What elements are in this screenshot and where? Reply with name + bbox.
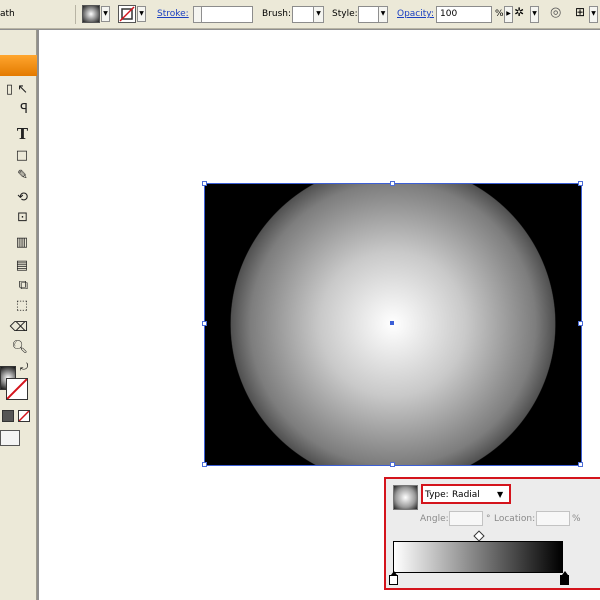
opacity-value: 100 [440, 9, 458, 19]
degree-symbol: ° [486, 514, 491, 524]
eraser-tool-icon[interactable]: ⌫ [0, 320, 34, 338]
separator [75, 5, 76, 24]
style-label: Style: [332, 9, 358, 19]
style-dropdown[interactable]: ▼ [378, 6, 388, 23]
type-label: Type: [425, 490, 449, 500]
tools-panel-header [0, 55, 37, 76]
handle-bottom-right[interactable] [578, 462, 583, 467]
opacity-dropdown[interactable]: ▶ [504, 6, 513, 23]
no-color-slash-icon [6, 378, 28, 400]
align-dropdown[interactable]: ▼ [589, 6, 598, 23]
slice-tool-icon[interactable]: ⬚ [0, 298, 34, 316]
midpoint-diamond[interactable] [473, 530, 485, 542]
direct-selection-tool-icon[interactable]: ▯ ↖ [0, 82, 34, 100]
no-fill-slash-icon [18, 410, 30, 422]
gradient-panel: Type: Radial ▼ Angle: ° Location: % [384, 477, 600, 590]
type-tool-icon[interactable]: T [0, 125, 34, 143]
stroke-weight-stepper[interactable] [193, 6, 202, 23]
brush-dropdown[interactable]: ▼ [313, 6, 324, 23]
gradient-mode-icon[interactable] [2, 410, 14, 422]
handle-top-left[interactable] [202, 181, 207, 186]
location-label: Location: [494, 514, 536, 524]
gradient-slider-bar[interactable] [393, 541, 563, 573]
fill-swatch[interactable] [82, 5, 100, 23]
isolate-icon[interactable]: ◎ [550, 5, 561, 20]
tools-panel: ▯ ↖ ꟼ T □ ✎ ⟲ ⊡ ▥ ▤ ⧉ ⬚ ⌫ 🔍︎ ⤾ [0, 30, 37, 600]
stroke-dropdown[interactable]: ▼ [137, 6, 146, 22]
stroke-label[interactable]: Stroke: [157, 9, 189, 19]
path-label: ath [0, 9, 15, 19]
recolor-icon[interactable]: ✲ [514, 5, 524, 19]
handle-middle-left[interactable] [202, 321, 207, 326]
opacity-label[interactable]: Opacity: [397, 9, 434, 19]
free-transform-tool-icon[interactable]: ⊡ [0, 210, 34, 228]
rotate-tool-icon[interactable]: ⟲ [0, 190, 34, 208]
angle-label: Angle: [420, 514, 449, 524]
opacity-unit: % [495, 9, 504, 19]
handle-bottom-middle[interactable] [390, 462, 395, 467]
location-field[interactable] [536, 511, 570, 526]
gradient-type-dropdown[interactable]: Type: Radial ▼ [421, 484, 511, 504]
handle-top-right[interactable] [578, 181, 583, 186]
no-stroke-icon [119, 6, 135, 22]
screen-mode-button[interactable] [0, 430, 20, 446]
stroke-swatch[interactable] [118, 5, 136, 23]
stroke-weight-field[interactable] [193, 6, 253, 23]
handle-bottom-left[interactable] [202, 462, 207, 467]
angle-field[interactable] [449, 511, 483, 526]
swap-colors-icon[interactable]: ⤾ [20, 362, 28, 373]
handle-middle-right[interactable] [578, 321, 583, 326]
handle-top-middle[interactable] [390, 181, 395, 186]
type-value: Radial [452, 490, 480, 500]
zoom-tool-icon[interactable]: 🔍︎ [0, 340, 34, 358]
gradient-thumbnail[interactable] [393, 485, 418, 510]
percent-symbol: % [572, 514, 581, 524]
opacity-field[interactable]: 100 [436, 6, 492, 23]
control-bar: ath ▼ ▼ Stroke: Brush: ▼ Style: ▼ Opacit… [0, 0, 600, 29]
chevron-down-icon: ▼ [497, 490, 504, 499]
blend-tool-icon[interactable]: ⧉ [0, 278, 34, 296]
gradient-stop-black[interactable] [560, 571, 569, 585]
rectangle-tool-icon[interactable]: □ [0, 148, 34, 166]
stroke-color-icon[interactable] [6, 378, 28, 400]
pencil-tool-icon[interactable]: ✎ [0, 168, 34, 186]
column-graph-tool-icon[interactable]: ▥ [0, 235, 34, 253]
center-point [390, 321, 394, 325]
fill-dropdown[interactable]: ▼ [101, 6, 110, 22]
brush-label: Brush: [262, 9, 292, 19]
gradient-stop-white[interactable] [389, 571, 398, 585]
gradient-tool-icon[interactable]: ▤ [0, 258, 34, 276]
recolor-dropdown[interactable]: ▼ [530, 6, 539, 23]
align-icon[interactable]: ⊞ [575, 5, 585, 19]
lasso-tool-icon[interactable]: ꟼ [0, 102, 34, 120]
none-mode-icon[interactable] [18, 410, 30, 422]
